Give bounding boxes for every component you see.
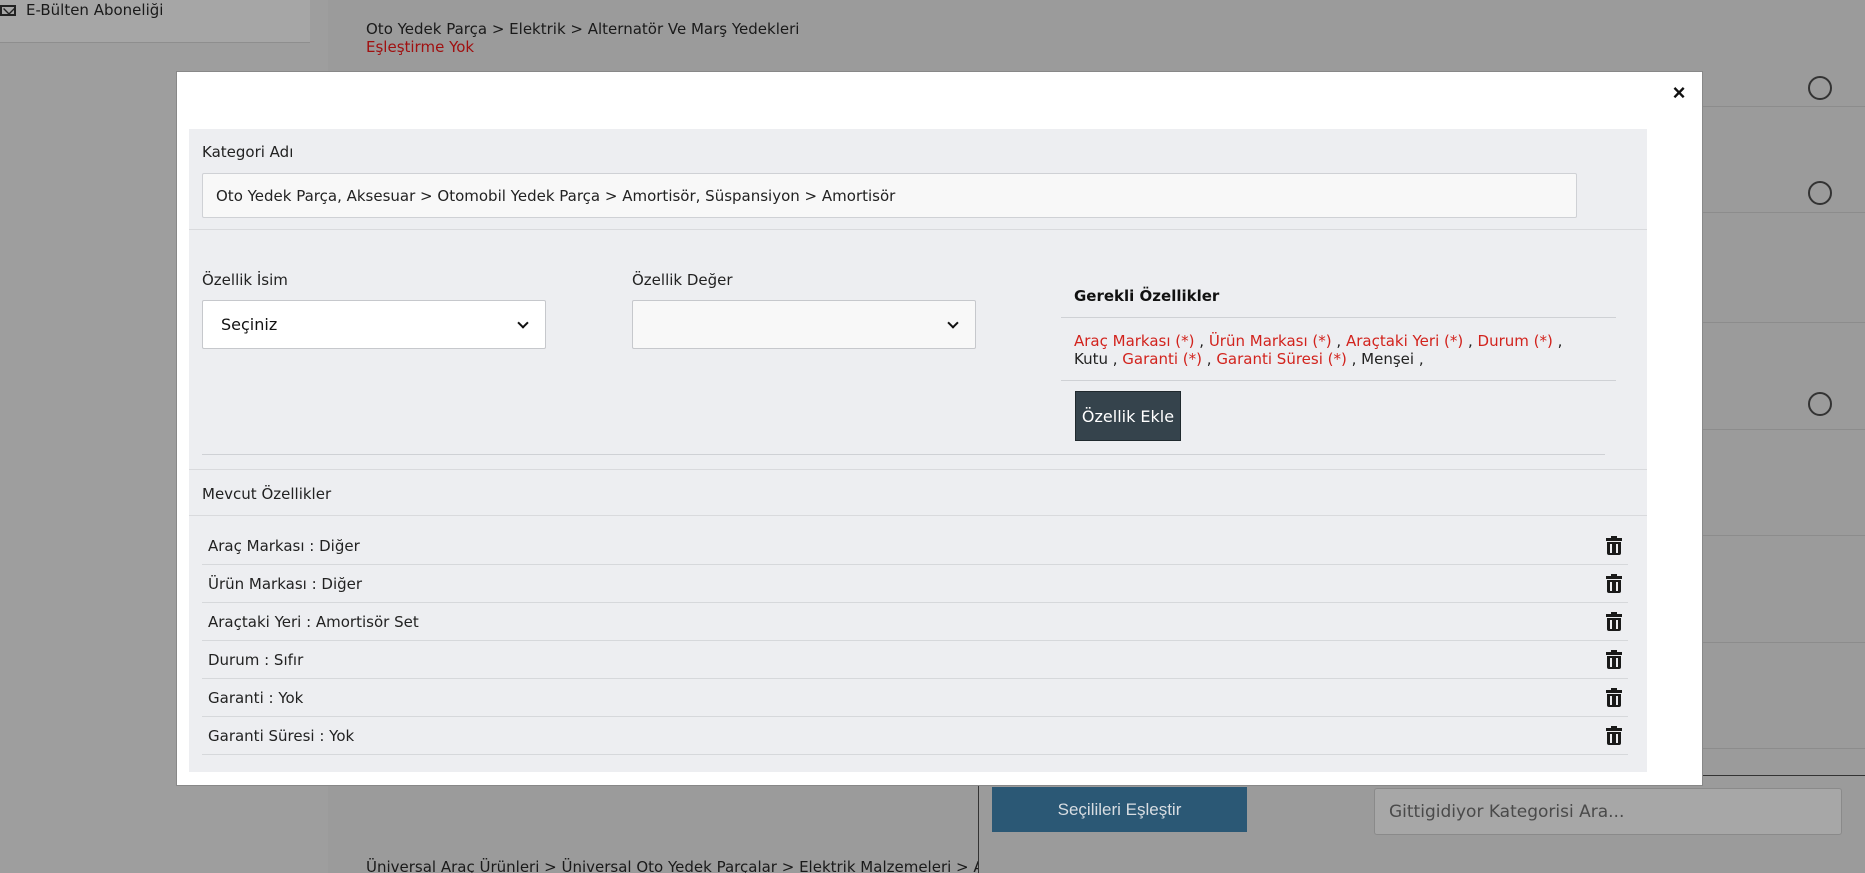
existing-property-row: Garanti : Yok xyxy=(202,679,1628,717)
match-status: Eşleştirme Yok xyxy=(366,38,475,56)
required-property: Ürün Markası (*) xyxy=(1208,332,1332,350)
required-properties-list: Araç Markası (*) , Ürün Markası (*) , Ar… xyxy=(1061,318,1616,381)
property-name-selected: Seçiniz xyxy=(221,315,278,334)
existing-property-text: Araçtaki Yeri : Amortisör Set xyxy=(208,612,419,631)
trash-icon[interactable] xyxy=(1606,536,1622,555)
category-section: Kategori Adı Oto Yedek Parça, Aksesuar >… xyxy=(189,129,1647,230)
mail-icon xyxy=(0,4,16,16)
trash-icon[interactable] xyxy=(1606,574,1622,593)
add-property-button[interactable]: Özellik Ekle xyxy=(1075,391,1181,441)
required-property: Durum (*) xyxy=(1477,332,1553,350)
category-name-field[interactable]: Oto Yedek Parça, Aksesuar > Otomobil Yed… xyxy=(202,173,1577,218)
existing-property-row: Garanti Süresi : Yok xyxy=(202,717,1628,755)
existing-property-text: Ürün Markası : Diğer xyxy=(208,574,363,593)
trash-icon[interactable] xyxy=(1606,650,1622,669)
divider xyxy=(189,469,1647,470)
trash-icon[interactable] xyxy=(1606,612,1622,631)
required-property: Garanti (*) xyxy=(1122,350,1202,368)
trash-icon[interactable] xyxy=(1606,688,1622,707)
separator: , xyxy=(1463,332,1478,350)
row-radio[interactable] xyxy=(1808,76,1832,100)
required-properties-box: Gerekli Özellikler Araç Markası (*) , Ür… xyxy=(1061,275,1616,381)
property-name-label: Özellik İsim xyxy=(202,271,288,289)
sidebar-item-label: E-Bülten Aboneliği xyxy=(26,1,164,19)
category-search-input[interactable] xyxy=(1374,788,1842,835)
row-radio[interactable] xyxy=(1808,181,1832,205)
chevron-down-icon xyxy=(947,316,959,329)
required-property: Araç Markası (*) xyxy=(1074,332,1195,350)
separator: , xyxy=(1346,350,1362,368)
separator: , xyxy=(1202,350,1217,368)
sidebar-item-newsletter[interactable]: E-Bülten Aboneliği xyxy=(0,0,163,20)
existing-property-row: Ürün Markası : Diğer xyxy=(202,565,1628,603)
existing-property-row: Araç Markası : Diğer xyxy=(202,527,1628,565)
existing-properties-label: Mevcut Özellikler xyxy=(202,485,332,503)
required-property: Garanti Süresi (*) xyxy=(1216,350,1347,368)
property-name-select[interactable]: Seçiniz xyxy=(202,300,546,349)
existing-property-text: Garanti : Yok xyxy=(208,688,304,707)
existing-property-text: Araç Markası : Diğer xyxy=(208,536,360,555)
existing-property-text: Garanti Süresi : Yok xyxy=(208,726,355,745)
match-selected-button[interactable]: Seçilileri Eşleştir xyxy=(992,787,1247,832)
existing-property-text: Durum : Sıfır xyxy=(208,650,304,669)
property-modal: × Kategori Adı Oto Yedek Parça, Aksesuar… xyxy=(176,71,1703,786)
property-value-select[interactable] xyxy=(632,300,976,349)
separator: , xyxy=(1552,332,1563,350)
category-breadcrumb: Üniversal Araç Ürünleri > Üniversal Oto … xyxy=(366,858,978,873)
row-radio[interactable] xyxy=(1808,392,1832,416)
existing-property-row: Durum : Sıfır xyxy=(202,641,1628,679)
separator: , xyxy=(1194,332,1209,350)
divider xyxy=(189,515,1647,516)
separator: , xyxy=(1414,350,1424,368)
close-icon[interactable]: × xyxy=(1670,82,1688,104)
separator: , xyxy=(1331,332,1346,350)
required-property: Kutu xyxy=(1074,350,1108,368)
divider xyxy=(202,454,1605,455)
required-property: Araçtaki Yeri (*) xyxy=(1345,332,1464,350)
modal-panel: Kategori Adı Oto Yedek Parça, Aksesuar >… xyxy=(189,129,1647,772)
existing-property-row: Araçtaki Yeri : Amortisör Set xyxy=(202,603,1628,641)
required-properties-title: Gerekli Özellikler xyxy=(1061,275,1616,318)
separator: , xyxy=(1107,350,1123,368)
property-value-label: Özellik Değer xyxy=(632,271,733,289)
category-breadcrumb: Oto Yedek Parça > Elektrik > Alternatör … xyxy=(366,20,800,38)
chevron-down-icon xyxy=(517,316,529,329)
category-label: Kategori Adı xyxy=(202,143,294,161)
required-property: Menşei xyxy=(1361,350,1415,368)
existing-properties-list: Araç Markası : Diğer Ürün Markası : Diğer… xyxy=(202,527,1628,755)
trash-icon[interactable] xyxy=(1606,726,1622,745)
